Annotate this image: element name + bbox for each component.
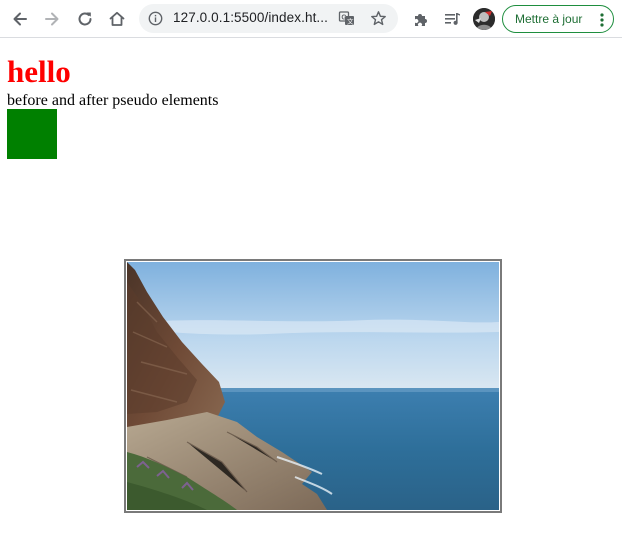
green-square — [7, 109, 57, 159]
svg-text:文: 文 — [347, 16, 354, 25]
puzzle-icon — [414, 13, 427, 26]
avatar[interactable] — [473, 8, 495, 30]
kebab-menu-icon[interactable] — [600, 13, 604, 27]
media-control-button[interactable] — [438, 5, 466, 33]
reload-icon — [78, 12, 92, 26]
forward-button[interactable] — [38, 5, 66, 33]
update-button[interactable]: Mettre à jour — [502, 5, 614, 33]
home-button[interactable] — [103, 5, 131, 33]
star-icon[interactable] — [370, 10, 387, 27]
url-text[interactable]: 127.0.0.1:5500/index.ht... — [173, 10, 328, 25]
landscape-image — [124, 259, 502, 513]
update-button-label: Mettre à jour — [515, 12, 583, 26]
profile-picture — [473, 8, 495, 30]
page-subtitle: before and after pseudo elements — [7, 92, 219, 109]
extensions-button[interactable] — [406, 5, 434, 33]
home-icon — [109, 11, 125, 26]
coastal-cliff-photo — [127, 262, 499, 510]
playlist-icon — [445, 13, 460, 25]
back-button[interactable] — [6, 5, 34, 33]
reload-button[interactable] — [71, 5, 99, 33]
page-heading: hello — [7, 54, 71, 89]
info-icon[interactable] — [148, 11, 163, 26]
browser-toolbar: 127.0.0.1:5500/index.ht... G 文 Mettre à … — [0, 0, 622, 38]
arrow-left-icon — [13, 12, 27, 26]
address-bar[interactable]: 127.0.0.1:5500/index.ht... G 文 — [139, 4, 398, 33]
arrow-right-icon — [45, 12, 59, 26]
translate-icon[interactable]: G 文 — [338, 10, 355, 27]
